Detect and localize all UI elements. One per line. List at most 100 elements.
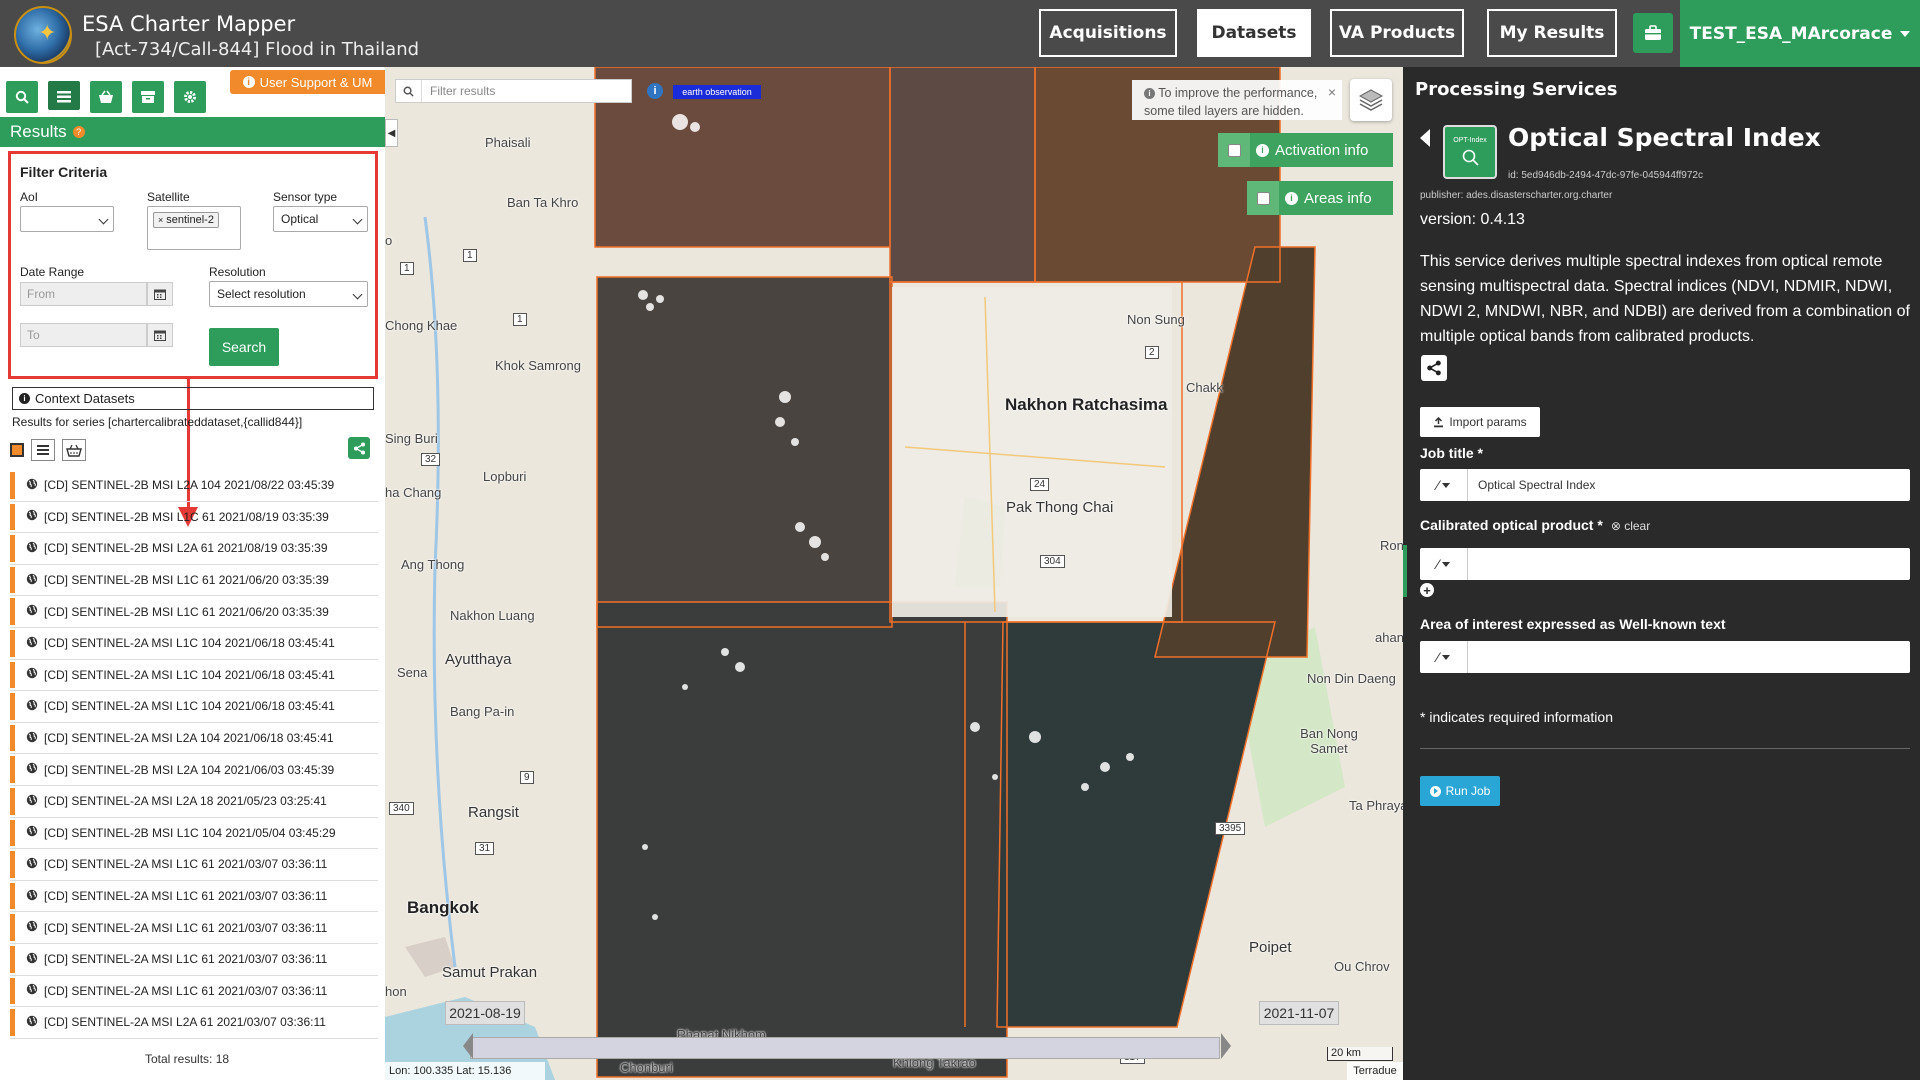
tab-settings[interactable]: [174, 81, 206, 113]
selection-marker[interactable]: [10, 503, 15, 531]
satellite-chip[interactable]: × sentinel-2: [153, 212, 219, 228]
selection-marker[interactable]: [10, 882, 15, 910]
place-label: Khok Samrong: [495, 358, 581, 373]
timeline-handle-right[interactable]: [1221, 1033, 1231, 1059]
add-product-icon[interactable]: +: [1420, 583, 1434, 597]
result-list-item[interactable]: [CD] SENTINEL-2A MSI L2A 104 2021/06/18 …: [10, 723, 378, 755]
selection-marker[interactable]: [10, 724, 15, 752]
date-from-input[interactable]: From: [20, 282, 147, 306]
tab-results[interactable]: [48, 81, 80, 113]
result-list-item[interactable]: [CD] SENTINEL-2B MSI L1C 61 2021/06/20 0…: [10, 565, 378, 597]
result-list-item[interactable]: [CD] SENTINEL-2A MSI L1C 61 2021/03/07 0…: [10, 976, 378, 1008]
clear-link[interactable]: ⊗ clear: [1611, 519, 1650, 533]
areas-info-checkbox[interactable]: [1247, 181, 1279, 215]
layers-button[interactable]: [1350, 79, 1392, 121]
selection-marker[interactable]: [10, 977, 15, 1005]
selection-marker[interactable]: [10, 535, 15, 562]
result-list-item[interactable]: [CD] SENTINEL-2A MSI L1C 104 2021/06/18 …: [10, 628, 378, 660]
briefcase-button[interactable]: [1633, 13, 1673, 53]
selection-marker[interactable]: [10, 851, 15, 878]
place-label: Phaisali: [485, 135, 531, 150]
result-list-item[interactable]: [CD] SENTINEL-2B MSI L2A 61 2021/08/19 0…: [10, 533, 378, 565]
selection-marker[interactable]: [10, 756, 15, 783]
collapse-panel-button[interactable]: ◀: [385, 119, 398, 147]
select-all-checkbox[interactable]: [10, 443, 24, 457]
calibrated-product-field[interactable]: ⁄: [1420, 548, 1910, 580]
result-label: [CD] SENTINEL-2B MSI L1C 61 2021/08/19 0…: [44, 509, 329, 524]
result-list-item[interactable]: [CD] SENTINEL-2A MSI L1C 104 2021/06/18 …: [10, 660, 378, 692]
map-view[interactable]: Filter results i earth observation i To …: [385, 67, 1403, 1080]
result-list-item[interactable]: [CD] SENTINEL-2A MSI L1C 104 2021/06/18 …: [10, 691, 378, 723]
close-icon[interactable]: ×: [1328, 83, 1336, 101]
remove-chip-icon[interactable]: ×: [158, 215, 163, 225]
info-icon[interactable]: i: [647, 83, 663, 99]
selection-marker[interactable]: [10, 598, 15, 625]
selection-marker[interactable]: [10, 945, 15, 973]
nav-datasets[interactable]: Datasets: [1197, 9, 1311, 57]
map-attribution[interactable]: Terradue: [1347, 1062, 1403, 1080]
selection-marker[interactable]: [10, 661, 15, 689]
result-list-item[interactable]: [CD] SENTINEL-2B MSI L2A 104 2021/06/03 …: [10, 754, 378, 786]
result-list-item[interactable]: [CD] SENTINEL-2B MSI L1C 104 2021/05/04 …: [10, 818, 378, 850]
selection-marker[interactable]: [10, 819, 15, 847]
run-job-button[interactable]: Run Job: [1420, 776, 1500, 806]
date-to-input[interactable]: To: [20, 323, 147, 347]
user-menu[interactable]: TEST_ESA_MArcorace: [1680, 0, 1920, 67]
result-label: [CD] SENTINEL-2B MSI L2A 104 2021/06/03 …: [44, 762, 335, 777]
timeline-slider[interactable]: [470, 1037, 1220, 1059]
selection-marker[interactable]: [10, 693, 15, 720]
areas-info-button[interactable]: i Areas info: [1247, 181, 1393, 215]
selection-marker[interactable]: [10, 914, 15, 941]
date-from-calendar-button[interactable]: [147, 282, 173, 306]
chevron-down-icon: [1442, 561, 1451, 567]
search-button[interactable]: Search: [209, 328, 279, 366]
back-icon[interactable]: [1420, 129, 1430, 147]
list-view-button[interactable]: [31, 439, 55, 461]
result-list-item[interactable]: [CD] SENTINEL-2A MSI L1C 61 2021/03/07 0…: [10, 881, 378, 913]
wand-dropdown[interactable]: ⁄: [1420, 469, 1468, 501]
import-params-button[interactable]: Import params: [1420, 407, 1540, 437]
user-support-button[interactable]: i User Support & UM: [230, 70, 385, 94]
tab-archive[interactable]: [132, 81, 164, 113]
result-list-item[interactable]: [CD] SENTINEL-2A MSI L2A 18 2021/05/23 0…: [10, 786, 378, 818]
result-list-item[interactable]: [CD] SENTINEL-2A MSI L2A 61 2021/03/07 0…: [10, 1007, 378, 1039]
context-datasets-box[interactable]: i Context Datasets: [12, 387, 374, 410]
aoi-select[interactable]: [20, 206, 114, 232]
nav-my-results[interactable]: My Results: [1487, 9, 1617, 57]
resolution-select[interactable]: Select resolution: [209, 281, 368, 307]
result-list-item[interactable]: [CD] SENTINEL-2B MSI L2A 104 2021/08/22 …: [10, 470, 378, 502]
help-icon[interactable]: ?: [72, 126, 85, 138]
tab-search[interactable]: [6, 81, 38, 113]
wand-dropdown[interactable]: ⁄: [1420, 548, 1468, 580]
result-list-item[interactable]: [CD] SENTINEL-2B MSI L1C 61 2021/06/20 0…: [10, 596, 378, 628]
share-service-button[interactable]: [1421, 355, 1447, 381]
date-to-calendar-button[interactable]: [147, 323, 173, 347]
selection-marker[interactable]: [10, 566, 15, 594]
result-list-item[interactable]: [CD] SENTINEL-2B MSI L1C 61 2021/08/19 0…: [10, 502, 378, 534]
add-to-basket-button[interactable]: [62, 439, 86, 461]
activation-info-checkbox[interactable]: [1218, 133, 1250, 167]
globe-icon: [26, 920, 38, 935]
result-list-item[interactable]: [CD] SENTINEL-2A MSI L1C 61 2021/03/07 0…: [10, 912, 378, 944]
nav-acquisitions[interactable]: Acquisitions: [1039, 9, 1177, 57]
tab-basket[interactable]: [90, 81, 122, 113]
wand-dropdown[interactable]: ⁄: [1420, 641, 1468, 673]
selection-marker[interactable]: [10, 1009, 15, 1036]
selection-marker[interactable]: [10, 472, 15, 499]
map-filter-input[interactable]: Filter results: [395, 79, 632, 103]
sensor-type-select[interactable]: Optical: [273, 206, 368, 232]
info-icon: i: [1285, 191, 1298, 205]
timeline-handle-left[interactable]: [463, 1033, 473, 1059]
selection-marker[interactable]: [10, 787, 15, 815]
place-label: Nakhon Luang: [450, 608, 535, 623]
activation-info-button[interactable]: i Activation info: [1218, 133, 1393, 167]
nav-va-products[interactable]: VA Products: [1330, 9, 1464, 57]
aoi-wkt-field[interactable]: ⁄: [1420, 641, 1910, 673]
job-title-field[interactable]: ⁄ Optical Spectral Index: [1420, 469, 1910, 501]
selection-marker[interactable]: [10, 629, 15, 657]
result-list-item[interactable]: [CD] SENTINEL-2A MSI L1C 61 2021/03/07 0…: [10, 849, 378, 881]
share-results-button[interactable]: [348, 437, 370, 459]
result-list-item[interactable]: [CD] SENTINEL-2A MSI L1C 61 2021/03/07 0…: [10, 944, 378, 976]
context-datasets-label: Context Datasets: [35, 391, 135, 406]
satellite-multiselect[interactable]: × sentinel-2: [147, 206, 241, 250]
